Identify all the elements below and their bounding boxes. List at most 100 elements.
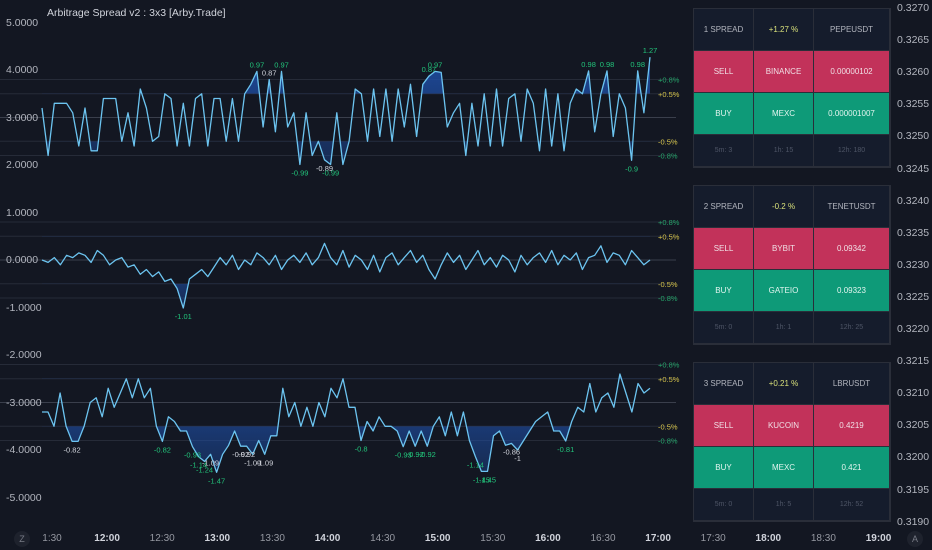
level-label: +0.8% xyxy=(658,361,680,370)
right-axis-label: 0.3250 xyxy=(897,130,930,143)
buy-exchange: GATEIO xyxy=(754,270,814,312)
buy-exchange: MEXC xyxy=(754,447,814,489)
peak-label: 0.98 xyxy=(600,60,615,69)
time-axis-label: 1:30 xyxy=(42,533,62,544)
stat-5m: 5m: 0 xyxy=(694,312,754,344)
peak-label: 0.98 xyxy=(581,60,596,69)
zoom-button[interactable]: Z xyxy=(14,531,30,547)
right-axis-label: 0.3210 xyxy=(897,387,930,400)
peak-label: 0.97 xyxy=(428,60,443,69)
peak-label: 1.27 xyxy=(643,46,658,55)
time-axis-label: 16:00 xyxy=(535,533,561,544)
pair: TENETUSDT xyxy=(814,186,890,228)
buy-price: 0.000001007 xyxy=(814,93,890,135)
left-axis-label: 5.0000 xyxy=(6,16,39,29)
buy-label: BUY xyxy=(694,447,754,489)
stat-1h: 1h: 15 xyxy=(754,135,814,167)
spread-fill-lower xyxy=(42,426,650,473)
sell-price: 0.00000102 xyxy=(814,51,890,93)
spread-percent: +1.27 % xyxy=(754,9,814,51)
level-label: +0.5% xyxy=(658,90,680,99)
left-axis-label: 2.0000 xyxy=(6,159,39,171)
left-axis-label: -1.0000 xyxy=(6,301,42,314)
level-label: +0.8% xyxy=(658,76,680,85)
buy-exchange: MEXC xyxy=(754,93,814,135)
auto-scale-button[interactable]: A xyxy=(907,531,923,547)
time-axis-label: 13:00 xyxy=(204,533,231,544)
spread-name: 2 SPREAD xyxy=(694,186,754,228)
sell-label: SELL xyxy=(694,51,754,93)
stat-1h: 1h: 5 xyxy=(754,489,814,521)
peak-label: 0.98 xyxy=(630,60,645,69)
spread-fill-upper xyxy=(42,374,650,379)
sell-label: SELL xyxy=(694,405,754,447)
level-label: -0.5% xyxy=(658,137,678,146)
peak-label: -0.82 xyxy=(64,445,81,454)
sell-exchange: BYBIT xyxy=(754,228,814,270)
time-axis-label: 19:00 xyxy=(865,533,892,544)
spread-percent: +0.21 % xyxy=(754,363,814,405)
stat-5m: 5m: 0 xyxy=(694,489,754,521)
peak-label: -0.99 xyxy=(291,169,308,178)
right-axis-label: 0.3240 xyxy=(897,194,930,207)
sell-exchange: BINANCE xyxy=(754,51,814,93)
right-axis-label: 0.3195 xyxy=(897,483,930,496)
left-axis-label: 0.0000 xyxy=(6,254,39,266)
buy-price: 0.421 xyxy=(814,447,890,489)
stat-12h: 12h: 52 xyxy=(814,489,890,521)
time-axis-label: 18:30 xyxy=(810,533,836,544)
sell-exchange: KUCOIN xyxy=(754,405,814,447)
level-label: +0.8% xyxy=(658,218,680,227)
right-axis-label: 0.3200 xyxy=(897,451,930,464)
right-axis-label: 0.3225 xyxy=(897,290,930,303)
peak-label: 0.97 xyxy=(274,60,289,69)
right-axis-label: 0.3235 xyxy=(897,226,930,239)
spread-table-2: 2 SPREAD -0.2 % TENETUSDT SELL BYBIT 0.0… xyxy=(693,185,891,345)
time-axis-label: 13:30 xyxy=(259,533,285,544)
peak-label: -1.14 xyxy=(467,461,484,470)
level-label: -0.5% xyxy=(658,280,678,289)
spread-table-3: 3 SPREAD +0.21 % LBRUSDT SELL KUCOIN 0.4… xyxy=(693,362,891,522)
stat-12h: 12h: 180 xyxy=(814,135,890,167)
time-axis-label: 12:00 xyxy=(94,533,120,544)
left-axis-label: -3.0000 xyxy=(6,396,42,409)
peak-label: -0.81 xyxy=(557,445,574,454)
time-axis-label: 18:00 xyxy=(755,533,782,544)
right-axis-label: 0.3265 xyxy=(897,34,930,47)
time-axis-label: 12:30 xyxy=(149,533,175,544)
peak-label: -1 xyxy=(514,454,521,463)
spread-fill-upper xyxy=(42,236,650,308)
level-label: +0.5% xyxy=(658,232,680,241)
left-axis-label: -5.0000 xyxy=(6,491,42,504)
spread-name: 3 SPREAD xyxy=(694,363,754,405)
level-label: -0.5% xyxy=(658,422,678,431)
right-axis-label: 0.3230 xyxy=(897,258,930,271)
sell-label: SELL xyxy=(694,228,754,270)
spread-percent: -0.2 % xyxy=(754,186,814,228)
left-axis-label: 4.0000 xyxy=(6,64,39,76)
pair: PEPEUSDT xyxy=(814,9,890,51)
time-axis-label: 16:30 xyxy=(590,533,616,544)
pair: LBRUSDT xyxy=(814,363,890,405)
spread-line-3 xyxy=(42,373,651,473)
right-axis-label: 0.3205 xyxy=(897,419,930,432)
right-axis-label: 0.3215 xyxy=(897,355,930,368)
spread-table-1: 1 SPREAD +1.27 % PEPEUSDT SELL BINANCE 0… xyxy=(693,8,891,168)
time-axis-label: 17:30 xyxy=(700,533,726,544)
peak-label: 0.87 xyxy=(262,69,277,78)
level-label: -0.8% xyxy=(658,152,678,161)
stat-12h: 12h: 25 xyxy=(814,312,890,344)
stat-5m: 5m: 3 xyxy=(694,135,754,167)
level-label: +0.5% xyxy=(658,375,680,384)
peak-label: -0.8 xyxy=(355,445,368,454)
left-axis-label: 3.0000 xyxy=(6,111,39,124)
peak-label: -0.93 xyxy=(184,451,201,460)
sell-price: 0.4219 xyxy=(814,405,890,447)
level-label: -0.8% xyxy=(658,437,678,446)
peak-label: -0.99 xyxy=(322,169,339,178)
right-axis-label: 0.3255 xyxy=(897,98,930,111)
peak-label: -1.01 xyxy=(175,312,192,321)
time-axis-label: 15:30 xyxy=(480,533,506,544)
time-axis-label: 15:00 xyxy=(424,533,451,544)
left-axis-label: -2.0000 xyxy=(6,349,42,361)
